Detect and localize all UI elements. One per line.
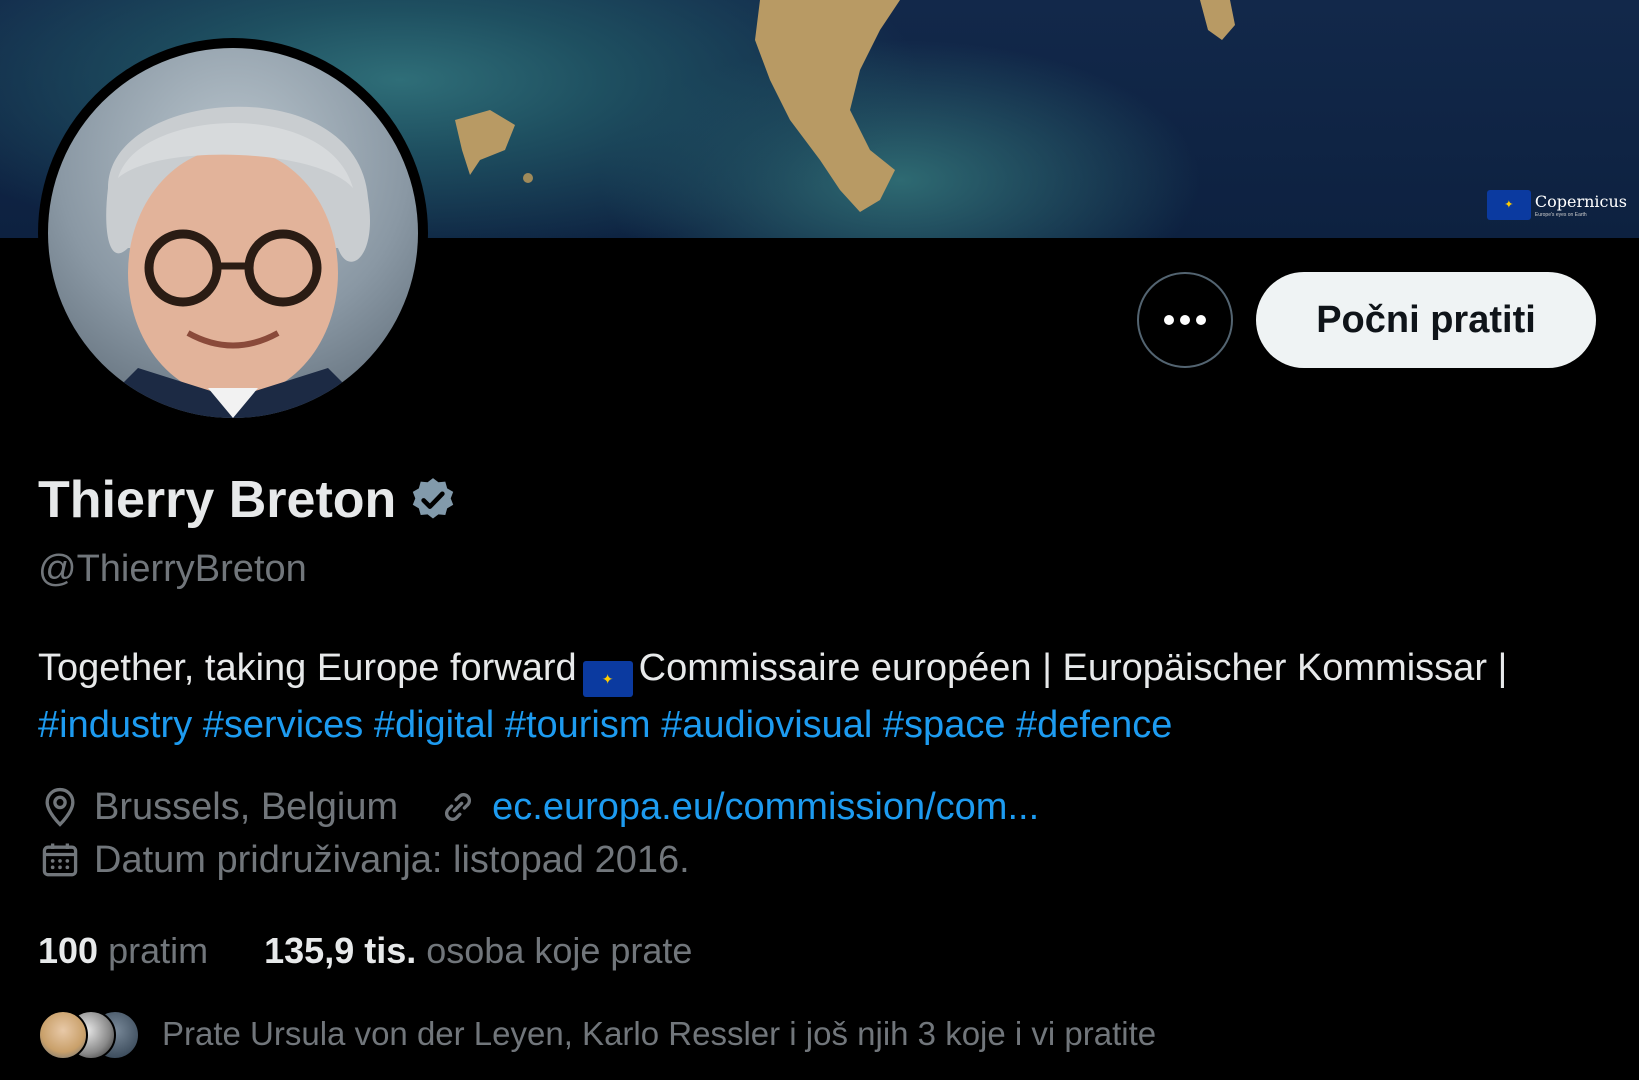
- profile-name-row: Thierry Breton: [38, 470, 458, 530]
- more-options-button[interactable]: [1137, 272, 1233, 368]
- hashtag-link[interactable]: #tourism: [505, 704, 651, 746]
- known-followers-text: Prate Ursula von der Leyen, Karlo Ressle…: [162, 1015, 1157, 1052]
- profile-stats: 100 pratim 135,9 tis. osoba koje prate: [38, 930, 692, 972]
- avatar-photo: [48, 48, 418, 418]
- hashtag-link[interactable]: #industry: [38, 704, 192, 746]
- verified-badge-icon[interactable]: [408, 475, 458, 525]
- followers-link[interactable]: 135,9 tis. osoba koje prate: [264, 930, 692, 972]
- following-link[interactable]: 100 pratim: [38, 930, 208, 972]
- following-count: 100: [38, 930, 99, 971]
- known-followers-avatars: [38, 1010, 140, 1060]
- bio-text: Together, taking Europe forward: [38, 647, 577, 689]
- hashtag-link[interactable]: #audiovisual: [661, 704, 872, 746]
- hashtag-link[interactable]: #defence: [1016, 704, 1172, 746]
- known-followers-link[interactable]: Prate Ursula von der Leyen, Karlo Ressle…: [38, 1010, 1157, 1060]
- followers-count: 135,9 tis.: [264, 930, 417, 971]
- profile-meta-row: Brussels, Belgium ec.europa.eu/commissio…: [38, 785, 1039, 829]
- link-icon: [445, 793, 472, 821]
- profile-website-link[interactable]: ec.europa.eu/commission/com...: [492, 786, 1039, 829]
- hashtag-link[interactable]: #digital: [374, 704, 494, 746]
- display-name: Thierry Breton: [38, 471, 397, 529]
- avatar: [38, 1010, 88, 1060]
- location-icon: [45, 787, 75, 827]
- follow-button[interactable]: Počni pratiti: [1256, 272, 1596, 368]
- eu-flag-icon: ✦: [1486, 190, 1531, 220]
- profile-handle: @ThierryBreton: [38, 548, 307, 590]
- profile-location: Brussels, Belgium: [94, 785, 399, 828]
- profile-bio: Together, taking Europe forward ✦ Commissa…: [38, 640, 1608, 753]
- more-icon: [1164, 315, 1206, 325]
- followers-label: osoba koje prate: [426, 930, 693, 971]
- profile-avatar[interactable]: [38, 38, 428, 428]
- eu-flag-emoji-icon: ✦: [582, 661, 633, 697]
- bio-text: Commissaire européen | Europäischer Komm…: [638, 647, 1508, 689]
- calendar-icon: [42, 843, 78, 877]
- hashtag-link[interactable]: #services: [203, 704, 364, 746]
- profile-joined-row: Datum pridruživanja: listopad 2016.: [38, 838, 690, 882]
- following-label: pratim: [108, 930, 209, 971]
- hashtag-link[interactable]: #space: [883, 704, 1006, 746]
- copernicus-logo: ✦ Copernicus Europe's eyes on Earth: [1486, 190, 1627, 220]
- profile-joined-date: Datum pridruživanja: listopad 2016.: [94, 838, 690, 881]
